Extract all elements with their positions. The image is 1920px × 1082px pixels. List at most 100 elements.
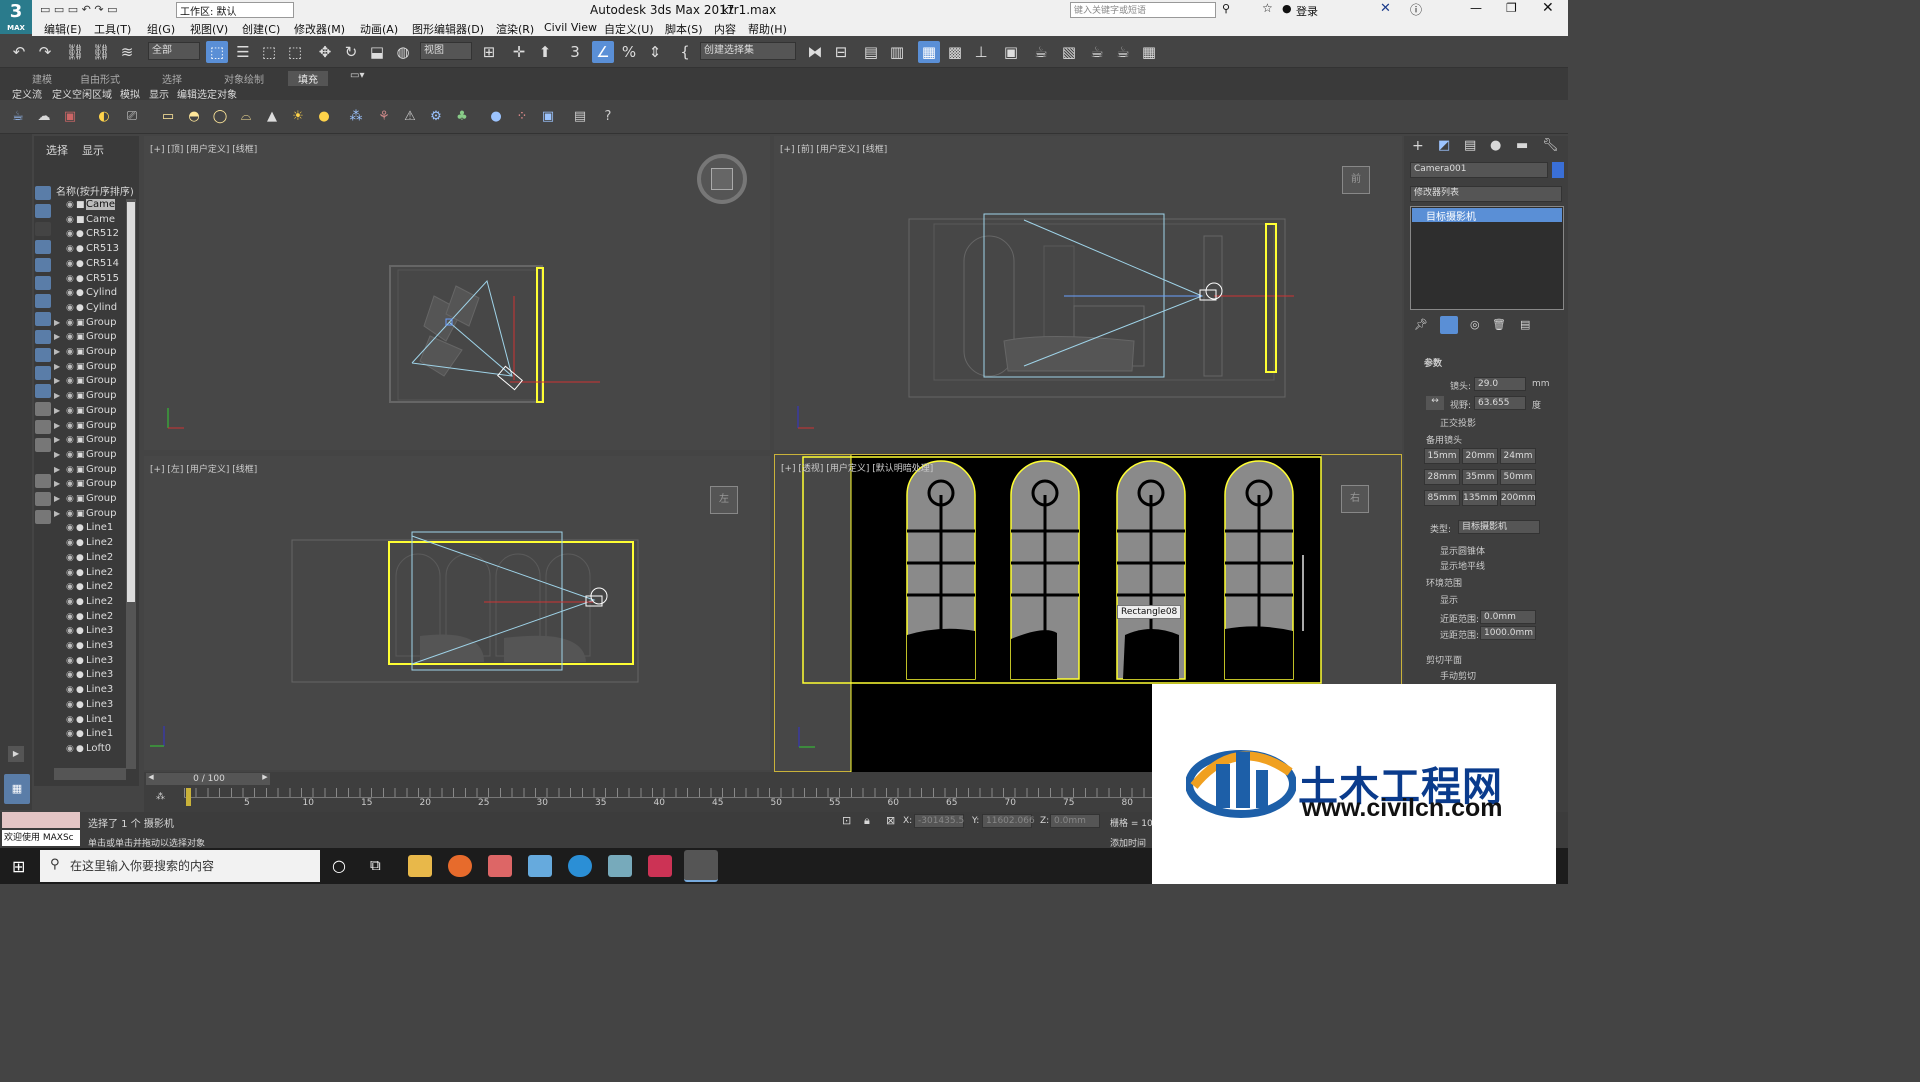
ribbon-simulate[interactable]: 模拟: [120, 86, 140, 101]
mini-curve-icon[interactable]: ⁂: [156, 792, 165, 802]
scene-list-item[interactable]: ◉ ● Line2: [54, 611, 139, 625]
time-slider[interactable]: 0 / 100: [156, 773, 262, 785]
a360-icon[interactable]: ▦: [1138, 41, 1160, 63]
dome-icon[interactable]: ◓: [184, 107, 204, 127]
abs-mode-icon[interactable]: ⊠: [886, 814, 895, 827]
menu-help[interactable]: 帮助(H): [748, 21, 787, 37]
image-icon[interactable]: ▣: [60, 107, 80, 127]
lens-28mm-button[interactable]: 28mm: [1424, 469, 1460, 485]
type-dropdown[interactable]: 目标摄影机: [1458, 520, 1540, 534]
visibility-eye-icon[interactable]: ◉: [66, 509, 76, 519]
filter-xrefs-icon[interactable]: [35, 312, 51, 326]
scene-list-item[interactable]: ◉ ● Cylind: [54, 302, 139, 316]
visibility-eye-icon[interactable]: ◉: [66, 215, 76, 225]
lens-50mm-button[interactable]: 50mm: [1500, 469, 1536, 485]
undo-icon[interactable]: ↶: [8, 41, 30, 63]
visibility-eye-icon[interactable]: ◉: [66, 479, 76, 489]
scene-list-item[interactable]: ◉ ● Line3: [54, 669, 139, 683]
material-editor-icon[interactable]: ▣: [1000, 41, 1022, 63]
scene-explorer-icon[interactable]: ▦: [918, 41, 940, 63]
visibility-eye-icon[interactable]: ◉: [66, 641, 76, 651]
create-tab-icon[interactable]: +: [1412, 138, 1424, 154]
visibility-eye-icon[interactable]: ◉: [66, 597, 76, 607]
expand-arrow-icon[interactable]: ▶: [54, 421, 66, 430]
viewport-top[interactable]: [+] [顶] [用户定义] [线框]: [144, 136, 770, 450]
visibility-eye-icon[interactable]: ◉: [66, 274, 76, 284]
visibility-eye-icon[interactable]: ◉: [66, 391, 76, 401]
move-icon[interactable]: ✥: [314, 41, 336, 63]
filter-containers-icon[interactable]: [35, 348, 51, 362]
filter-geometry-icon[interactable]: [35, 186, 51, 200]
visibility-eye-icon[interactable]: ◉: [66, 435, 76, 445]
key-marker[interactable]: [186, 788, 191, 806]
scene-tab-select[interactable]: 选择: [46, 142, 68, 158]
menu-civil-view[interactable]: Civil View: [544, 21, 597, 34]
scene-list-item[interactable]: ◉ ● Line2: [54, 567, 139, 581]
filter-helpers-icon[interactable]: [35, 258, 51, 272]
expand-arrow-icon[interactable]: ▶: [54, 450, 66, 459]
file-explorer-icon[interactable]: [408, 855, 432, 877]
user-icon[interactable]: ●: [1282, 2, 1292, 15]
visibility-eye-icon[interactable]: ◉: [66, 729, 76, 739]
visibility-eye-icon[interactable]: ◉: [66, 200, 76, 210]
tab-selection[interactable]: 选择: [162, 71, 182, 86]
menu-customize[interactable]: 自定义(U): [604, 21, 654, 37]
lens-spinner[interactable]: 29.0: [1474, 377, 1526, 391]
quick-access-icons[interactable]: ▭ ▭ ▭ ↶ ↷ ▭: [40, 3, 118, 16]
tab-populate[interactable]: 填充: [288, 71, 328, 86]
notepad-icon[interactable]: [608, 855, 632, 877]
expand-arrow-icon[interactable]: ▶: [54, 347, 66, 356]
remove-modifier-icon[interactable]: 🗑︎: [1492, 318, 1506, 331]
schematic-view-icon[interactable]: ⊥: [970, 41, 992, 63]
help-icon[interactable]: ⓘ: [1410, 1, 1422, 18]
plant-icon[interactable]: ♣: [452, 107, 472, 127]
scene-list-item[interactable]: ▶ ◉ ▣Group: [54, 405, 139, 419]
scene-list-item[interactable]: ◉ ● Line2: [54, 596, 139, 610]
scene-list-item[interactable]: ◉ ● CR515: [54, 273, 139, 287]
workspace-dropdown[interactable]: 工作区: 默认: [176, 2, 294, 18]
edge-icon[interactable]: [568, 855, 592, 877]
bowl-icon[interactable]: ⌓: [236, 107, 256, 127]
scale-icon[interactable]: ⬓: [366, 41, 388, 63]
menu-views[interactable]: 视图(V): [190, 21, 228, 37]
ortho-checkbox[interactable]: 正交投影: [1440, 416, 1476, 429]
rect-selection-icon[interactable]: ⬚: [258, 41, 280, 63]
ribbon-display[interactable]: 显示: [149, 86, 169, 101]
near-range-spinner[interactable]: 0.0mm: [1480, 610, 1536, 624]
filter-lights-icon[interactable]: [35, 222, 51, 236]
expand-arrow-icon[interactable]: ▶: [54, 391, 66, 400]
pivot-icon[interactable]: ⊞: [478, 41, 500, 63]
helper-icon[interactable]: ⚠: [400, 107, 420, 127]
paste-icon[interactable]: ▤: [570, 107, 590, 127]
camera-icon[interactable]: ⎚: [122, 107, 142, 127]
y-coordinate-field[interactable]: 11602.066: [982, 814, 1035, 828]
cortana-icon[interactable]: ○: [332, 856, 346, 875]
ref-coord-dropdown[interactable]: 视图: [420, 42, 472, 60]
menu-edit[interactable]: 编辑(E): [44, 21, 82, 37]
scene-list-item[interactable]: ▶ ◉ ▣Group: [54, 464, 139, 478]
percent-snap-icon[interactable]: %: [618, 41, 640, 63]
curve-editor-icon[interactable]: ▩: [944, 41, 966, 63]
scene-list-item[interactable]: ▶ ◉ ▣Group: [54, 346, 139, 360]
lens-15mm-button[interactable]: 15mm: [1424, 448, 1460, 464]
app-logo[interactable]: 3 MAX: [0, 0, 32, 34]
bind-space-warp-icon[interactable]: ≋: [116, 41, 138, 63]
scene-list-item[interactable]: ▶ ◉ ▣Group: [54, 390, 139, 404]
visibility-eye-icon[interactable]: ◉: [66, 494, 76, 504]
viewport-persp-label[interactable]: [+] [透视] [用户定义] [默认明暗处理]: [781, 461, 933, 474]
expand-arrow-icon[interactable]: ▶: [54, 362, 66, 371]
params-rollout-title[interactable]: 参数: [1424, 356, 1442, 369]
menu-tools[interactable]: 工具(T): [94, 21, 131, 37]
expand-arrow-icon[interactable]: ▶: [54, 376, 66, 385]
scene-tab-display[interactable]: 显示: [82, 142, 104, 158]
visibility-eye-icon[interactable]: ◉: [66, 332, 76, 342]
unlink-icon[interactable]: ⛓: [90, 41, 112, 63]
scene-list-item[interactable]: ◉ ● CR514: [54, 258, 139, 272]
expand-arrow-icon[interactable]: ▶: [54, 494, 66, 503]
visibility-eye-icon[interactable]: ◉: [66, 347, 76, 357]
link-icon[interactable]: ⛓: [64, 41, 86, 63]
visibility-eye-icon[interactable]: ◉: [66, 288, 76, 298]
visibility-eye-icon[interactable]: ◉: [66, 538, 76, 548]
lock-icon[interactable]: 🔒︎: [864, 814, 870, 828]
scene-list-item[interactable]: ▶ ◉ ▣Group: [54, 317, 139, 331]
